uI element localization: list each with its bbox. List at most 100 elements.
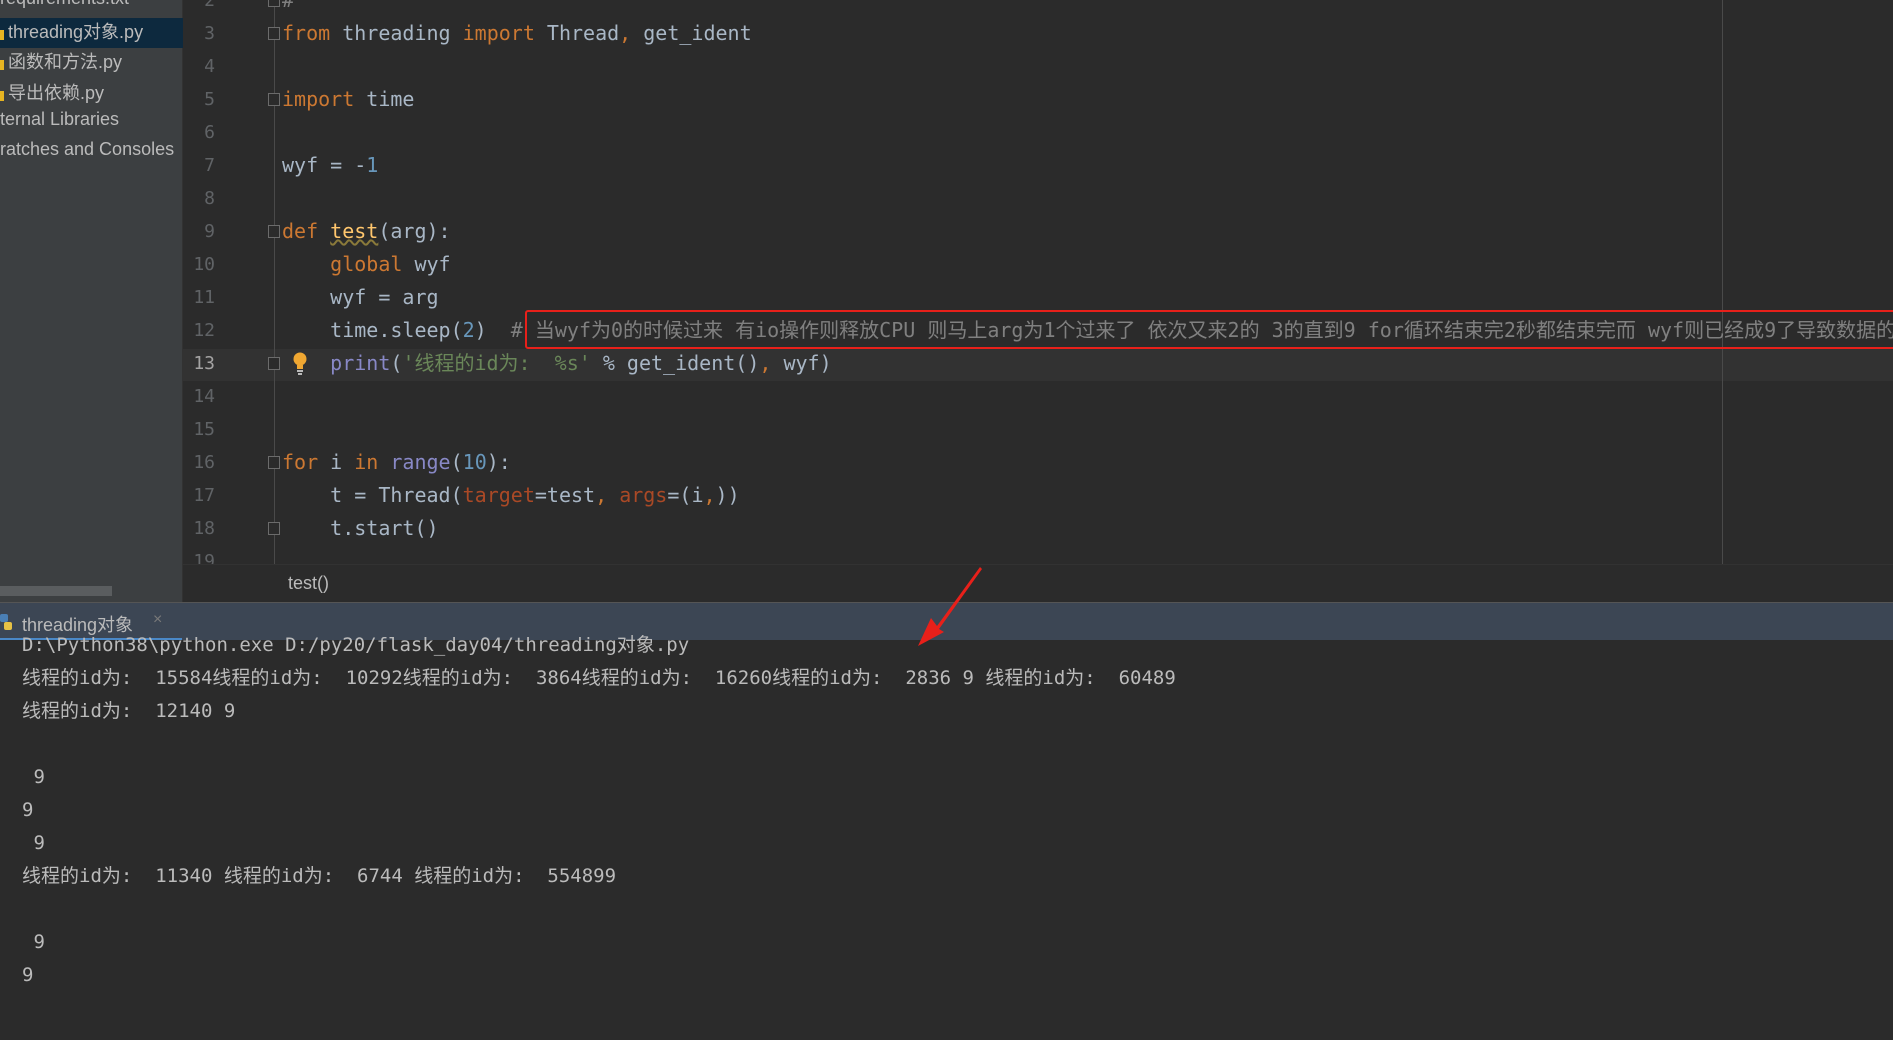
console-line: 线程的id为: 15584线程的id为: 10292线程的id为: 3864线程… — [22, 667, 1176, 689]
code-line[interactable]: 15 — [183, 413, 1893, 446]
fold-marker-icon[interactable] — [268, 456, 280, 469]
line-number[interactable]: 11 — [183, 281, 215, 314]
fold-marker-icon[interactable] — [268, 93, 280, 106]
sidebar-item[interactable]: ratches and Consoles — [0, 139, 183, 169]
code-line[interactable]: 4 — [183, 50, 1893, 83]
line-number[interactable]: 18 — [183, 512, 215, 545]
code-line[interactable]: 10 global wyf — [183, 248, 1893, 281]
line-number[interactable]: 17 — [183, 479, 215, 512]
code-line[interactable]: 17 t = Thread(target=test, args=(i,)) — [183, 479, 1893, 512]
sidebar-item[interactable]: requirements.txt — [0, 0, 183, 18]
line-number[interactable]: 14 — [183, 380, 215, 413]
code-token: '线程的id为: %s' — [402, 351, 591, 375]
console-line: 9 — [22, 799, 34, 821]
code-token: =test — [534, 483, 596, 507]
console-line: 9 — [22, 964, 34, 986]
red-arrow-annotation — [918, 567, 982, 646]
code-line[interactable]: 5 import time — [183, 83, 1893, 116]
breadcrumb-item[interactable]: test() — [288, 573, 329, 594]
sidebar-item-label: 导出依赖.py — [8, 82, 105, 103]
line-number[interactable]: 19 — [183, 545, 215, 564]
line-number[interactable]: 7 — [183, 149, 215, 182]
line-number[interactable]: 2 — [183, 0, 215, 17]
code-text: t = Thread(target=test, args=(i,)) — [282, 479, 739, 512]
code-token: for — [282, 450, 319, 474]
project-sidebar: requirements.txt threading对象.py 函数和方法.py 导出… — [0, 0, 183, 602]
line-number[interactable]: 6 — [183, 116, 215, 149]
fold-marker-icon[interactable] — [268, 0, 280, 7]
fold-marker-icon[interactable] — [268, 357, 280, 370]
console-line: 线程的id为: 11340 线程的id为: 6744 线程的id为: 55489… — [22, 865, 617, 887]
code-token: 2 — [462, 318, 475, 342]
console-line: D:\Python38\python.exe D:/py20/flask_day… — [22, 634, 690, 656]
code-token: import — [462, 21, 535, 45]
code-token: ) — [474, 318, 511, 342]
code-token: , — [703, 483, 716, 507]
code-text: wyf = -1 — [282, 149, 378, 182]
code-text: wyf = arg — [282, 281, 439, 314]
code-text: from threading import Thread, get_ident — [282, 17, 752, 50]
line-number[interactable]: 10 — [183, 248, 215, 281]
code-token: def — [282, 219, 319, 243]
code-line[interactable]: 19 — [183, 545, 1893, 564]
code-token: get_ident — [631, 21, 752, 45]
code-line[interactable]: 6 — [183, 116, 1893, 149]
code-line[interactable]: 7 wyf = -1 — [183, 149, 1893, 182]
fold-marker-icon[interactable] — [268, 225, 280, 238]
sidebar-item-label: threading对象.py — [8, 22, 144, 43]
fold-marker-icon[interactable] — [268, 522, 280, 535]
code-line[interactable]: 16 for i in range(10): — [183, 446, 1893, 479]
run-console-output[interactable]: D:\Python38\python.exe D:/py20/flask_day… — [0, 634, 1893, 1040]
annotation-highlight-box — [525, 310, 1893, 349]
code-token: import — [282, 87, 355, 111]
sidebar-item-label: ternal Libraries — [0, 108, 120, 129]
fold-marker-icon[interactable] — [268, 27, 280, 40]
code-text: import time — [282, 83, 414, 116]
sidebar-item-label: 函数和方法.py — [8, 52, 123, 73]
close-tab-icon[interactable]: × — [153, 611, 162, 629]
python-file-icon — [0, 60, 4, 71]
code-token: wyf = - — [282, 153, 367, 177]
code-text: for i in range(10): — [282, 446, 511, 479]
code-line[interactable]: 13 print('线程的id为: %s' % get_ident(), wyf… — [183, 347, 1893, 380]
code-line[interactable]: 14 — [183, 380, 1893, 413]
code-editor[interactable]: 2 #3 from threading import Thread, get_ide… — [183, 0, 1893, 564]
line-number[interactable]: 16 — [183, 446, 215, 479]
sidebar-item-label: requirements.txt — [0, 0, 129, 8]
code-token: ( — [390, 351, 403, 375]
code-line[interactable]: 18 t.start() — [183, 512, 1893, 545]
console-line: 9 — [22, 931, 45, 953]
sidebar-item[interactable]: ternal Libraries — [0, 109, 183, 139]
console-line: 9 — [22, 832, 45, 854]
line-number[interactable]: 9 — [183, 215, 215, 248]
line-number[interactable]: 5 — [183, 83, 215, 116]
code-token: in — [354, 450, 379, 474]
code-line[interactable]: 3 from threading import Thread, get_ident — [183, 17, 1893, 50]
lightbulb-icon[interactable] — [293, 352, 307, 376]
code-line[interactable]: 8 — [183, 182, 1893, 215]
code-token: wyf = arg — [282, 285, 439, 309]
sidebar-item[interactable]: 导出依赖.py — [0, 79, 183, 109]
code-token: wyf) — [771, 351, 832, 375]
line-number[interactable]: 3 — [183, 17, 215, 50]
sidebar-item[interactable]: threading对象.py — [0, 18, 183, 49]
code-line[interactable]: 9 def test(arg): — [183, 215, 1893, 248]
code-token: print — [330, 351, 391, 375]
line-number[interactable]: 8 — [183, 182, 215, 215]
line-number[interactable]: 13 — [183, 347, 215, 380]
line-number[interactable]: 12 — [183, 314, 215, 347]
python-icon — [0, 614, 12, 630]
code-text: print('线程的id为: %s' % get_ident(), wyf) — [282, 347, 832, 380]
line-number[interactable]: 15 — [183, 413, 215, 446]
code-text: t.start() — [282, 512, 438, 545]
code-token: 1 — [366, 153, 379, 177]
code-token: 10 — [462, 450, 487, 474]
sidebar-horizontal-scrollbar[interactable] — [0, 586, 112, 596]
code-token: target — [462, 483, 535, 507]
line-number[interactable]: 4 — [183, 50, 215, 83]
code-line[interactable]: 2 # — [183, 0, 1893, 17]
sidebar-item[interactable]: 函数和方法.py — [0, 48, 183, 78]
